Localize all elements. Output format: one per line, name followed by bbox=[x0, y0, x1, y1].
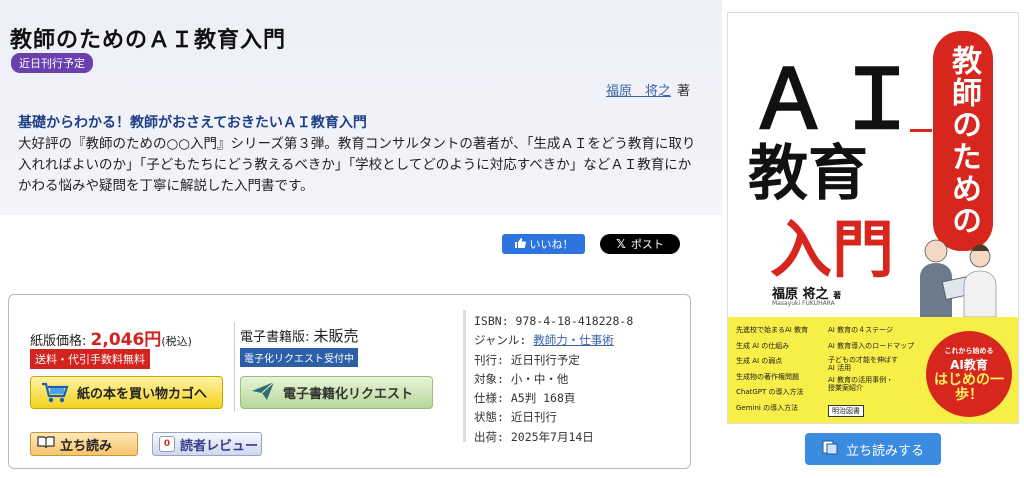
cover-topic: Gemini の導入方法 bbox=[736, 403, 799, 412]
cover-circle-line2: AI教育 bbox=[950, 357, 988, 372]
cover-nyumon-text: 入門 bbox=[770, 213, 895, 286]
cover-topic: AI 教育の活用事例・ bbox=[828, 376, 894, 384]
cover-topic: 生成 AI の仕組み bbox=[736, 341, 790, 350]
author-link[interactable]: 福原 将之 bbox=[606, 84, 671, 99]
shipping-badge: 送料・代引手数料無料 bbox=[30, 349, 150, 369]
like-label: いいね！ bbox=[529, 238, 574, 251]
book-specs: ISBN: 978-4-18-418228-8 ジャンル: 教師力・仕事術 刊行… bbox=[474, 312, 633, 447]
cover-topic-list-left: 先進校で始まるAI 教育 生成 AI の仕組み 生成 AI の弱点 生成物の著作… bbox=[736, 323, 808, 416]
author-line: 福原 将之著 bbox=[606, 80, 690, 99]
status-badge: 近日刊行予定 bbox=[11, 53, 93, 73]
paper-price: 紙版価格: 2,046円(税込) bbox=[30, 325, 192, 350]
book-cover[interactable]: ＡＩ 教育 入門 教師のための 福原 将之 著 Masayuki FUKUHAR… bbox=[727, 12, 1019, 424]
post-button[interactable]: 𝕏 ポスト bbox=[600, 234, 680, 254]
ebook-request-button[interactable]: 電子書籍化リクエスト bbox=[240, 376, 433, 409]
cover-publisher: 明治図書 bbox=[828, 405, 864, 417]
spec-genre: ジャンル: 教師力・仕事術 bbox=[474, 331, 633, 350]
cover-circle-line1: これから始める bbox=[944, 346, 994, 355]
open-book-icon bbox=[37, 435, 55, 453]
catchcopy: 基礎からわかる！教師がおさえておきたいＡＩ教育入門 bbox=[18, 115, 367, 131]
spec-state: 状態: 近日刊行 bbox=[474, 410, 557, 425]
cover-vertical-title: 教師のための bbox=[933, 31, 993, 251]
review-button-label: 読者レビュー bbox=[180, 438, 259, 454]
ebook-button-label: 電子書籍化リクエスト bbox=[283, 387, 414, 402]
cover-author-roman: Masayuki FUKUHARA bbox=[772, 300, 835, 307]
paper-price-tax: (税込) bbox=[161, 335, 192, 348]
cover-illustration bbox=[898, 235, 1008, 318]
cover-topic: 生成 AI の弱点 bbox=[736, 357, 783, 365]
add-to-cart-button[interactable]: 紙の本を買い物カゴへ bbox=[30, 376, 223, 409]
spec-isbn: ISBN: 978-4-18-418228-8 bbox=[474, 314, 634, 328]
cover-topic: 生成物の著作権問題 bbox=[736, 372, 799, 381]
cover-connector-line bbox=[910, 129, 932, 132]
spec-format: 仕様: A5判 168頁 bbox=[474, 391, 576, 406]
paper-price-value: 2,046円 bbox=[90, 330, 162, 350]
spec-ship-date: 出荷: 2025年7月14日 bbox=[474, 429, 594, 444]
cover-topic: AI 活用 bbox=[828, 364, 852, 372]
spec-publish: 刊行: 近日刊行予定 bbox=[474, 352, 580, 367]
hero-bottom-strip bbox=[0, 215, 722, 235]
panel-divider bbox=[234, 322, 235, 412]
ebook-price: 電子書籍版: 未販売 bbox=[240, 325, 359, 346]
read-sample-button[interactable]: 立ち読み bbox=[30, 432, 138, 456]
cover-topic: 授業案紹介 bbox=[828, 384, 863, 392]
cover-topic-list-right: AI 教育の４ステージ AI 教育導入のロードマップ 子どもの才能を伸ばす AI… bbox=[828, 323, 914, 392]
ebook-request-badge: 電子化リクエスト受付中 bbox=[240, 348, 358, 367]
cover-topic: 子どもの才能を伸ばす bbox=[828, 356, 898, 364]
preview-icon bbox=[822, 439, 838, 459]
cover-author-suffix: 著 bbox=[833, 291, 842, 300]
specs-divider bbox=[463, 310, 466, 442]
cover-circle-line3: はじめの一歩！ bbox=[934, 371, 1004, 403]
thumbs-up-icon bbox=[514, 237, 526, 252]
page-title: 教師のためのＡＩ教育入門 bbox=[10, 28, 287, 53]
cover-topic: AI 教育の４ステージ bbox=[828, 326, 893, 334]
review-count-icon: 0 bbox=[159, 436, 175, 452]
x-logo-icon: 𝕏 bbox=[616, 237, 626, 251]
preview-button[interactable]: 立ち読みする bbox=[805, 433, 941, 465]
cover-topic: AI 教育導入のロードマップ bbox=[828, 341, 915, 350]
cart-button-label: 紙の本を買い物カゴへ bbox=[77, 387, 208, 402]
like-button[interactable]: いいね！ bbox=[502, 234, 585, 254]
cover-topic: 先進校で始まるAI 教育 bbox=[736, 326, 809, 334]
preview-button-label: 立ち読みする bbox=[845, 443, 924, 459]
book-description: 大好評の『教師のための○○入門』シリーズ第３弾。教育コンサルタントの著者が、「生… bbox=[18, 136, 696, 194]
spec-target: 対象: 小・中・他 bbox=[474, 371, 569, 386]
paper-price-label: 紙版価格: bbox=[30, 334, 87, 349]
post-label: ポスト bbox=[630, 238, 664, 251]
cover-topic: ChatGPT の導入方法 bbox=[736, 388, 804, 396]
ebook-label-text: 電子書籍版: bbox=[240, 330, 310, 345]
author-suffix: 著 bbox=[676, 84, 690, 99]
spec-genre-label: ジャンル: bbox=[474, 333, 527, 348]
cover-circle-badge: これから始める AI教育 はじめの一歩！ bbox=[926, 331, 1012, 417]
genre-link[interactable]: 教師力・仕事術 bbox=[533, 333, 614, 347]
paper-plane-icon bbox=[251, 381, 275, 405]
shopping-cart-icon bbox=[41, 382, 69, 404]
ebook-value: 未販売 bbox=[313, 327, 359, 345]
reader-review-button[interactable]: 0 読者レビュー bbox=[152, 432, 262, 456]
read-button-label: 立ち読み bbox=[60, 438, 113, 454]
